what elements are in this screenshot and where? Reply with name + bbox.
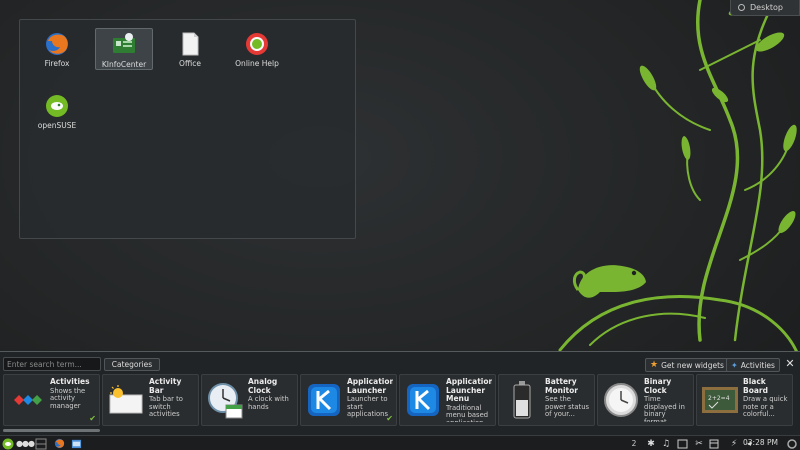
- panel-toolbox-button[interactable]: ●●●: [16, 437, 35, 450]
- widget-list: Activities Shows the activity manager ✔ …: [3, 374, 800, 426]
- desktop-icon-label: Office: [179, 59, 201, 68]
- blackboard-icon: 2+2=4: [702, 387, 738, 413]
- widget-explorer: Categories ★ Get new widgets ✦ Activitie…: [0, 351, 800, 435]
- widget-card-black-board[interactable]: 2+2=4 Black Board Draw a quick note or a…: [696, 374, 793, 426]
- desktop-toolbox-icon: [738, 4, 745, 11]
- taskbar-file-manager-button[interactable]: [69, 437, 83, 450]
- activities-icon: [14, 395, 42, 405]
- tray-clipboard-icon[interactable]: [675, 437, 689, 450]
- firefox-icon: [54, 438, 64, 449]
- app-menu-button[interactable]: [1, 437, 15, 450]
- widget-description: A clock with hands: [248, 395, 289, 411]
- widget-card-analog-clock[interactable]: Analog Clock A clock with hands: [201, 374, 298, 426]
- categories-button[interactable]: Categories: [104, 358, 160, 371]
- tray-updates-icon[interactable]: [708, 437, 720, 450]
- widget-description: Traditional menu based application...: [446, 403, 490, 422]
- running-check-icon: ✔: [386, 414, 393, 423]
- widget-name: Activity Bar: [149, 378, 182, 395]
- opensuse-menu-icon: [2, 438, 14, 449]
- panel-settings-icon: [787, 438, 797, 449]
- binary-clock-icon: [604, 383, 638, 417]
- categories-label: Categories: [111, 360, 153, 369]
- help-icon: [246, 33, 268, 55]
- desktop-icon-label: openSUSE: [37, 121, 77, 130]
- widget-description: See the power status of your...: [545, 395, 590, 418]
- widget-card-activities[interactable]: Activities Shows the activity manager ✔: [3, 374, 100, 426]
- widget-card-battery-monitor[interactable]: Battery Monitor See the power status of …: [498, 374, 595, 426]
- star-icon: ★: [650, 360, 659, 370]
- widget-name: Application Launcher: [347, 378, 393, 395]
- battery-icon: [513, 381, 531, 419]
- package-icon: [709, 439, 719, 448]
- folder-view: Firefox KInfoCenter Office Online Help o…: [19, 19, 356, 239]
- tray-network-icon[interactable]: ⚡: [727, 437, 741, 450]
- desktop-icon-firefox[interactable]: Firefox: [28, 28, 86, 70]
- desktop-icon-opensuse[interactable]: openSUSE: [28, 90, 86, 132]
- widget-description: Time displayed in binary format: [644, 395, 685, 422]
- activities-button-label: Activities: [740, 360, 775, 370]
- desktop-icon-label: Online Help: [235, 59, 279, 68]
- panel-settings-button[interactable]: [786, 437, 798, 450]
- kde-launcher-icon: [308, 384, 340, 416]
- clipboard-icon: [677, 439, 687, 448]
- widget-description: Tab bar to switch activities: [149, 395, 183, 418]
- widget-name: Activities: [50, 378, 90, 386]
- desktop-icon-online-help[interactable]: Online Help: [228, 28, 286, 70]
- desktop-icon-label: KInfoCenter: [101, 60, 147, 69]
- clock[interactable]: 03:28 PM: [743, 438, 778, 447]
- scrollbar-thumb[interactable]: [3, 429, 100, 432]
- widget-name: Black Board: [743, 378, 768, 395]
- close-widget-explorer-button[interactable]: ✕: [784, 358, 796, 370]
- kde-launcher-menu-icon: [407, 384, 439, 416]
- desktop-icon-label: Firefox: [44, 59, 70, 68]
- dots-icon: ●●●: [16, 439, 35, 448]
- pager-button[interactable]: [34, 437, 48, 450]
- taskbar: ●●● 2 ✱ ♫ ✂ ⚡ ◂ 03:28 PM: [0, 435, 800, 450]
- desktop-toolbox-label: Desktop: [750, 3, 783, 12]
- widget-name: Binary Clock: [644, 378, 672, 395]
- widget-scrollbar[interactable]: [3, 429, 793, 433]
- svg-text:2+2=4: 2+2=4: [708, 395, 730, 402]
- office-icon: [182, 32, 199, 56]
- get-new-widgets-button[interactable]: ★ Get new widgets: [645, 358, 729, 372]
- widget-card-application-launcher-menu[interactable]: Application Launcher Menu Traditional me…: [399, 374, 496, 426]
- activities-button[interactable]: ✦ Activities: [726, 358, 780, 372]
- running-check-icon: ✔: [89, 414, 96, 423]
- get-new-widgets-label: Get new widgets: [661, 360, 724, 370]
- widget-description: Shows the activity manager: [50, 386, 86, 410]
- desktop-icon-kinfocenter[interactable]: KInfoCenter: [95, 28, 153, 70]
- activity-bar-icon: [109, 385, 143, 414]
- widget-description: Draw a quick note or a colorful...: [743, 395, 788, 418]
- kinfocenter-icon: [113, 33, 135, 53]
- widget-card-application-launcher[interactable]: Application Launcher Launcher to start a…: [300, 374, 397, 426]
- opensuse-icon: [46, 95, 68, 117]
- activities-small-icon: ✦: [731, 360, 738, 370]
- tray-number[interactable]: 2: [630, 437, 638, 450]
- analog-clock-icon: [208, 383, 243, 419]
- firefox-icon: [46, 33, 68, 55]
- widget-card-binary-clock[interactable]: Binary Clock Time displayed in binary fo…: [597, 374, 694, 426]
- widget-name: Application Launcher Menu: [446, 378, 492, 403]
- widget-card-activity-bar[interactable]: Activity Bar Tab bar to switch activitie…: [102, 374, 199, 426]
- taskbar-firefox-button[interactable]: [52, 437, 66, 450]
- tray-notes-icon[interactable]: ♫: [660, 437, 672, 450]
- widget-name: Battery Monitor: [545, 378, 578, 395]
- desktop-toolbox[interactable]: Desktop: [730, 0, 800, 16]
- pager-icon: [35, 438, 47, 449]
- desktop-icon-office[interactable]: Office: [161, 28, 219, 70]
- file-manager-icon: [71, 439, 81, 449]
- tray-tools-icon[interactable]: ✂: [693, 437, 705, 450]
- tray-bug-icon[interactable]: ✱: [645, 437, 657, 450]
- widget-search-input[interactable]: [3, 357, 101, 371]
- widget-name: Analog Clock: [248, 378, 278, 395]
